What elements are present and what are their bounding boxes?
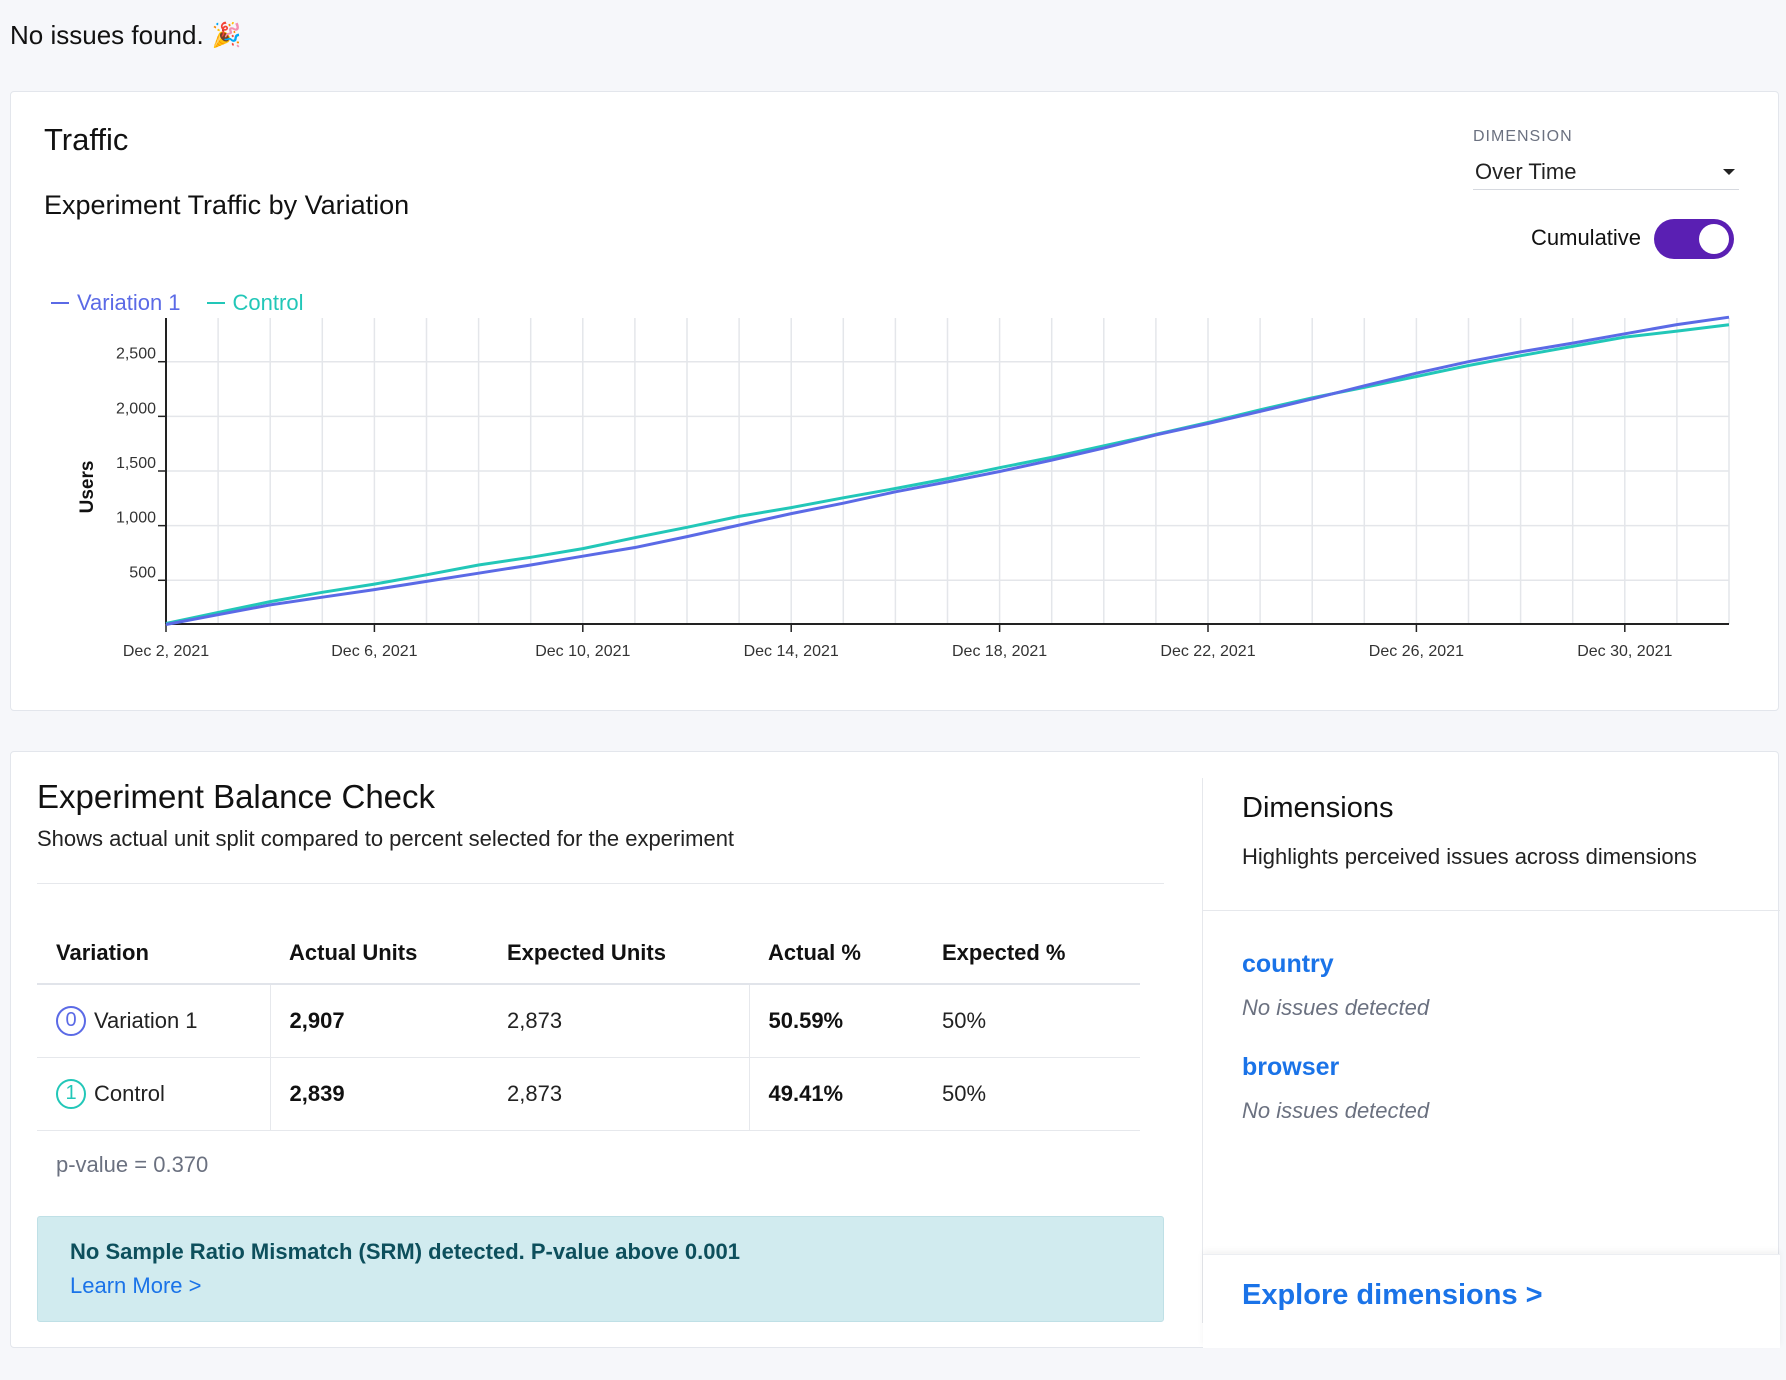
column-header: Actual Units	[270, 922, 488, 985]
actual-pct-cell: 49.41%	[749, 1057, 923, 1131]
x-tick-label: Dec 22, 2021	[1160, 643, 1255, 660]
balance-title: Experiment Balance Check	[37, 778, 436, 815]
status-banner: No issues found. 🎉	[10, 20, 242, 51]
x-tick-label: Dec 6, 2021	[331, 643, 417, 660]
x-tick-label: Dec 10, 2021	[535, 643, 630, 660]
srm-message: No Sample Ratio Mismatch (SRM) detected.…	[70, 1239, 740, 1264]
divider	[1203, 910, 1780, 911]
traffic-card: Traffic Experiment Traffic by Variation …	[10, 91, 1779, 711]
variation-cell: 0 Variation 1	[37, 984, 271, 1058]
p-value: p-value = 0.370	[56, 1152, 209, 1177]
actual-pct-cell: 50.59%	[749, 984, 923, 1058]
dimensions-title: Dimensions	[1242, 792, 1394, 824]
x-tick-label: Dec 2, 2021	[123, 643, 209, 660]
dimension-link-country[interactable]: country	[1242, 950, 1334, 979]
traffic-chart: 500 1,000 1,500 2,000 2,500 Dec 2, 2021 Dec 6,…	[77, 315, 1730, 660]
explore-dimensions-link[interactable]: Explore dimensions >	[1242, 1279, 1543, 1312]
expected-pct-cell: 50%	[923, 1057, 1140, 1131]
dimension-status: No issues detected	[1242, 1098, 1430, 1123]
column-header: Expected %	[923, 922, 1140, 985]
y-tick-label: 2,500	[116, 346, 156, 363]
variation-index-badge: 0	[56, 1005, 86, 1036]
y-tick-label: 1,000	[116, 510, 156, 527]
column-header: Variation	[37, 922, 270, 985]
table-header-row: Variation Actual Units Expected Units Ac…	[37, 922, 1140, 985]
dimensions-description: Highlights perceived issues across dimen…	[1242, 844, 1697, 869]
actual-units-cell: 2,839	[270, 1057, 488, 1131]
column-header: Expected Units	[488, 922, 749, 985]
variation-name: Control	[94, 1080, 165, 1106]
table-row: 0 Variation 1 2,907 2,873 50.59% 50%	[37, 984, 1140, 1058]
learn-more-link[interactable]: Learn More >	[70, 1273, 201, 1299]
expected-units-cell: 2,873	[488, 1057, 750, 1131]
variation-index-badge: 1	[56, 1078, 86, 1109]
table-row: 1 Control 2,839 2,873 49.41% 50%	[37, 1057, 1140, 1131]
x-tick-label: Dec 18, 2021	[952, 643, 1047, 660]
balance-table: Variation Actual Units Expected Units Ac…	[37, 922, 1140, 1131]
y-tick-label: 500	[129, 564, 156, 581]
y-tick-label: 1,500	[116, 455, 156, 472]
variation-cell: 1 Control	[37, 1057, 271, 1131]
x-tick-label: Dec 30, 2021	[1577, 643, 1672, 660]
dimension-status: No issues detected	[1242, 995, 1430, 1020]
y-tick-label: 2,000	[116, 400, 156, 417]
divider	[37, 883, 1164, 884]
explore-dimensions-footer: Explore dimensions >	[1203, 1254, 1780, 1348]
srm-alert: No Sample Ratio Mismatch (SRM) detected.…	[37, 1216, 1164, 1322]
column-header: Actual %	[749, 922, 923, 985]
variation-name: Variation 1	[94, 1007, 198, 1033]
balance-card: Experiment Balance Check Shows actual un…	[10, 751, 1780, 1348]
banner-text: No issues found.	[10, 20, 204, 50]
expected-pct-cell: 50%	[923, 984, 1140, 1058]
expected-units-cell: 2,873	[488, 984, 750, 1058]
x-tick-label: Dec 26, 2021	[1369, 643, 1464, 660]
dimension-link-browser[interactable]: browser	[1242, 1053, 1339, 1082]
x-tick-label: Dec 14, 2021	[744, 643, 839, 660]
divider	[1202, 778, 1203, 1323]
y-axis-label: Users	[77, 461, 98, 514]
balance-description: Shows actual unit split compared to perc…	[37, 826, 735, 851]
party-icon: 🎉	[211, 22, 242, 49]
actual-units-cell: 2,907	[270, 984, 488, 1058]
